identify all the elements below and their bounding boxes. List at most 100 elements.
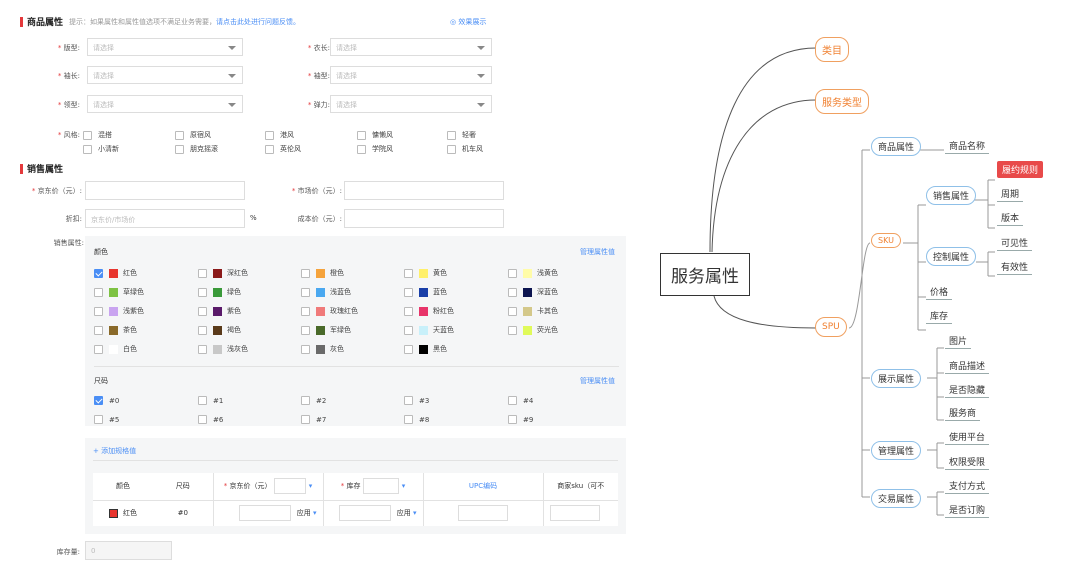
color-option[interactable]: 荧光色 [508,325,558,335]
checkbox[interactable] [404,415,413,424]
apply-button[interactable]: 应用 [297,509,311,517]
checkbox[interactable] [508,396,517,405]
size-option[interactable]: #1 [198,396,223,405]
checkbox[interactable] [301,268,310,278]
color-option[interactable]: 黄色 [404,268,447,278]
checkbox[interactable] [508,268,517,278]
checkbox[interactable] [404,396,413,405]
attr-select[interactable]: 请选择 [330,95,492,113]
size-option[interactable]: #6 [198,415,223,424]
checkbox[interactable] [447,144,456,154]
checkbox[interactable] [447,130,456,140]
color-option[interactable]: 黑色 [404,344,447,354]
checkbox[interactable] [265,144,274,154]
checkbox[interactable] [198,268,207,278]
checkbox[interactable] [404,344,413,354]
attr-select[interactable]: 请选择 [87,66,243,84]
col-upc[interactable]: UPC编码 [422,473,543,500]
chevron-down-icon[interactable]: ▾ [402,482,406,490]
checkbox[interactable] [94,306,103,316]
checkbox[interactable] [83,144,92,154]
color-option[interactable]: 玫瑰红色 [301,306,358,316]
attr-select[interactable]: 请选择 [87,38,243,56]
size-option[interactable]: #2 [301,396,326,405]
style-option[interactable]: 慵懒风 [357,130,393,140]
checkbox[interactable] [198,306,207,316]
checkbox[interactable] [265,130,274,140]
apply-button[interactable]: 应用 [397,509,411,517]
style-option[interactable]: 原宿风 [175,130,211,140]
style-option[interactable]: 朋克摇滚 [175,144,218,154]
size-option[interactable]: #8 [404,415,429,424]
style-option[interactable]: 轻奢 [447,130,476,140]
checkbox[interactable] [83,130,92,140]
checkbox[interactable] [301,325,310,335]
checkbox[interactable] [508,325,517,335]
checkbox[interactable] [301,287,310,297]
stock-input[interactable]: 0 [85,541,172,560]
cost-price-input[interactable] [344,209,504,228]
stock-cell-input[interactable] [338,505,391,522]
market-price-input[interactable] [344,181,504,200]
size-option[interactable]: #3 [404,396,429,405]
checkbox[interactable] [301,344,310,354]
style-option[interactable]: 混搭 [83,130,112,140]
checkbox[interactable] [301,396,310,405]
checkbox[interactable] [94,268,103,278]
jd-price-input[interactable] [85,181,245,200]
checkbox[interactable] [175,144,184,154]
color-option[interactable]: 绿色 [198,287,241,297]
size-option[interactable]: #5 [94,415,119,424]
size-option[interactable]: #0 [94,396,119,405]
color-option[interactable]: 灰色 [301,344,344,354]
manage-size-link[interactable]: 管理属性值 [580,376,615,386]
style-option[interactable]: 机车风 [447,144,483,154]
color-option[interactable]: 粉红色 [404,306,454,316]
checkbox[interactable] [301,306,310,316]
checkbox[interactable] [94,344,103,354]
color-option[interactable]: 白色 [94,344,137,354]
size-option[interactable]: #7 [301,415,326,424]
jd-price-cell-input[interactable] [238,505,291,522]
size-option[interactable]: #9 [508,415,533,424]
checkbox[interactable] [198,287,207,297]
attr-select[interactable]: 请选择 [87,95,243,113]
checkbox[interactable] [198,325,207,335]
upc-cell-input[interactable] [458,505,508,522]
color-option[interactable]: 浅蓝色 [301,287,351,297]
checkbox[interactable] [357,130,366,140]
checkbox[interactable] [175,130,184,140]
style-option[interactable]: 小清新 [83,144,119,154]
checkbox[interactable] [404,268,413,278]
merchant-sku-input[interactable] [549,505,600,522]
color-option[interactable]: 浅灰色 [198,344,248,354]
add-spec-link[interactable]: + 添加规格值 [93,446,136,456]
checkbox[interactable] [404,287,413,297]
color-option[interactable]: 浅黄色 [508,268,558,278]
color-option[interactable]: 浅紫色 [94,306,144,316]
color-option[interactable]: 褐色 [198,325,241,335]
effect-preview-link[interactable]: ◎ 效果展示 [450,17,486,27]
color-option[interactable]: 蓝色 [404,287,447,297]
discount-input[interactable]: 京东价/市场价 [85,209,245,228]
style-option[interactable]: 港风 [265,130,294,140]
size-option[interactable]: #4 [508,396,533,405]
checkbox[interactable] [198,396,207,405]
checkbox[interactable] [94,396,103,405]
checkbox[interactable] [404,325,413,335]
feedback-link[interactable]: 请点击此处进行问题反馈。 [216,18,300,26]
checkbox[interactable] [198,415,207,424]
checkbox[interactable] [404,306,413,316]
checkbox[interactable] [357,144,366,154]
style-option[interactable]: 英伦风 [265,144,301,154]
color-option[interactable]: 紫色 [198,306,241,316]
checkbox[interactable] [508,287,517,297]
checkbox[interactable] [508,415,517,424]
attr-select[interactable]: 请选择 [330,38,492,56]
chevron-down-icon[interactable]: ▾ [309,482,313,490]
color-option[interactable]: 天蓝色 [404,325,454,335]
checkbox[interactable] [198,344,207,354]
color-option[interactable]: 红色 [94,268,137,278]
checkbox[interactable] [94,287,103,297]
color-option[interactable]: 深红色 [198,268,248,278]
